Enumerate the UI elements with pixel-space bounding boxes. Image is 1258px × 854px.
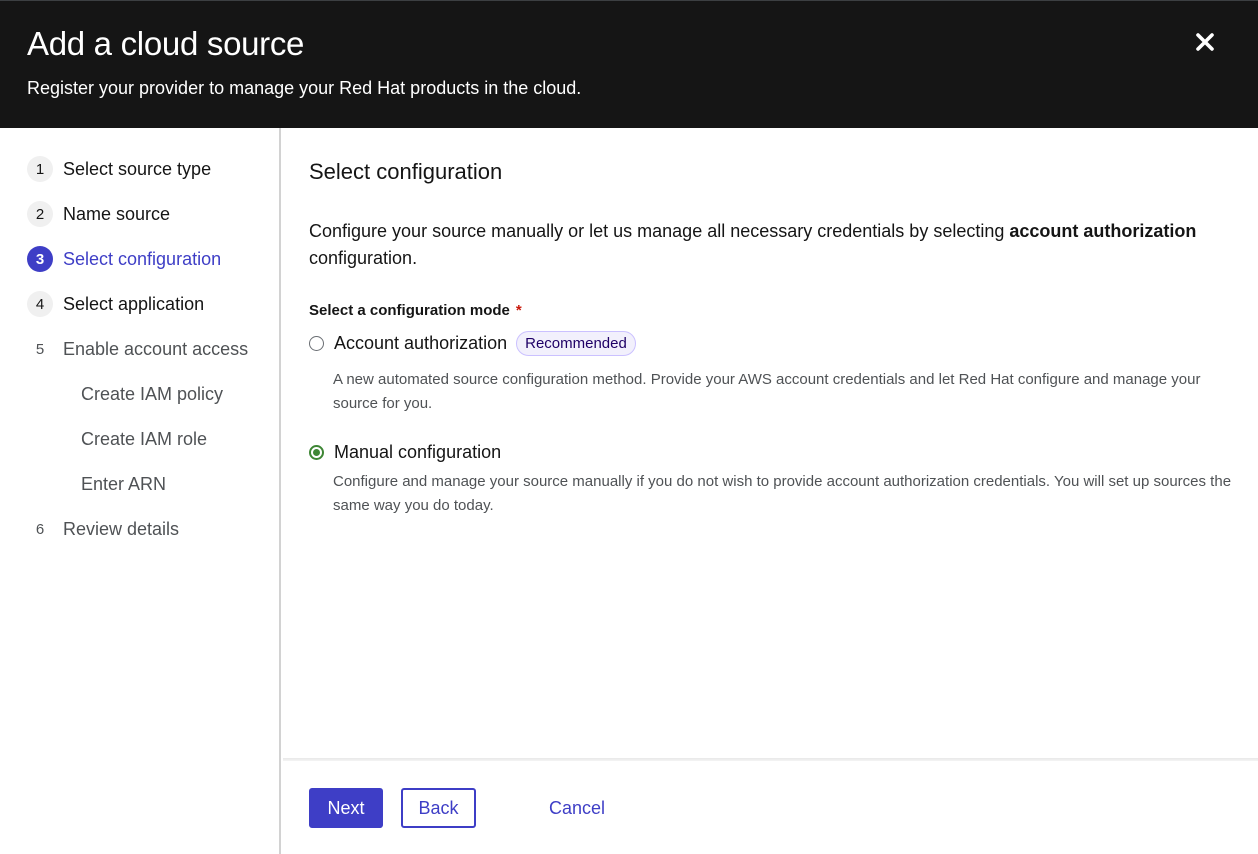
radio-description: Configure and manage your source manuall…	[333, 473, 1232, 514]
nav-step-select-configuration[interactable]: 3 Select configuration	[27, 245, 221, 273]
radio-label: Account authorization	[334, 333, 508, 353]
step-number: 3	[27, 246, 53, 272]
modal-description: Register your provider to manage your Re…	[27, 78, 582, 98]
close-button[interactable]	[1190, 27, 1220, 57]
back-button[interactable]: Back	[401, 788, 476, 828]
intro-bold: account authorization	[1009, 221, 1197, 241]
radio-manual-configuration[interactable]: Manual configuration	[309, 442, 501, 463]
nav-step-name-source[interactable]: 2 Name source	[27, 200, 170, 228]
step-number: 1	[27, 156, 53, 182]
step-intro: Configure your source manually or let us…	[309, 218, 1209, 272]
substep-label: Enter ARN	[81, 473, 167, 494]
step-label: Review details	[63, 518, 180, 539]
step-number: 2	[27, 201, 53, 227]
nav-step-review-details[interactable]: 6 Review details	[27, 515, 179, 543]
substep-label: Create IAM policy	[81, 383, 224, 404]
radio-description: A new automated source configuration met…	[333, 371, 1201, 412]
nav-step-select-source-type[interactable]: 1 Select source type	[27, 155, 211, 183]
field-label-text: Select a configuration mode	[309, 302, 510, 319]
step-title: Select configuration	[309, 159, 503, 184]
close-icon	[1196, 33, 1214, 51]
config-mode-label: Select a configuration mode *	[309, 302, 522, 319]
step-number: 4	[27, 291, 53, 317]
nav-substep-create-iam-policy[interactable]: Create IAM policy	[81, 380, 223, 408]
required-marker: *	[515, 302, 522, 319]
nav-step-enable-account-access[interactable]: 5 Enable account access	[27, 335, 248, 363]
modal-title: Add a cloud source	[27, 25, 305, 62]
intro-text-end: configuration.	[309, 248, 418, 268]
modal-header: Add a cloud source Register your provide…	[0, 0, 1258, 128]
wizard-main: Select configuration Configure your sour…	[283, 128, 1258, 760]
recommended-badge: Recommended	[516, 331, 636, 356]
next-button[interactable]: Next	[309, 788, 383, 828]
step-number: 6	[35, 520, 45, 538]
radio-button[interactable]	[309, 336, 324, 351]
wizard-nav: 1 Select source type 2 Name source 3 Sel…	[0, 128, 281, 854]
step-label: Enable account access	[63, 338, 249, 359]
cancel-button[interactable]: Cancel	[537, 788, 617, 828]
step-label: Select configuration	[63, 248, 222, 269]
radio-button-checked[interactable]	[309, 445, 324, 460]
radio-label: Manual configuration	[334, 442, 502, 462]
step-number: 5	[35, 340, 45, 358]
step-label: Select source type	[63, 158, 212, 179]
nav-step-select-application[interactable]: 4 Select application	[27, 290, 204, 318]
nav-substep-enter-arn[interactable]: Enter ARN	[81, 470, 166, 498]
radio-account-authorization[interactable]: Account authorization Recommended	[309, 331, 636, 356]
substep-label: Create IAM role	[81, 428, 208, 449]
nav-substep-create-iam-role[interactable]: Create IAM role	[81, 425, 207, 453]
intro-text: Configure your source manually or let us…	[309, 221, 1010, 241]
wizard-footer: Next Back Cancel	[283, 761, 1258, 854]
step-label: Select application	[63, 293, 205, 314]
step-label: Name source	[63, 203, 171, 224]
